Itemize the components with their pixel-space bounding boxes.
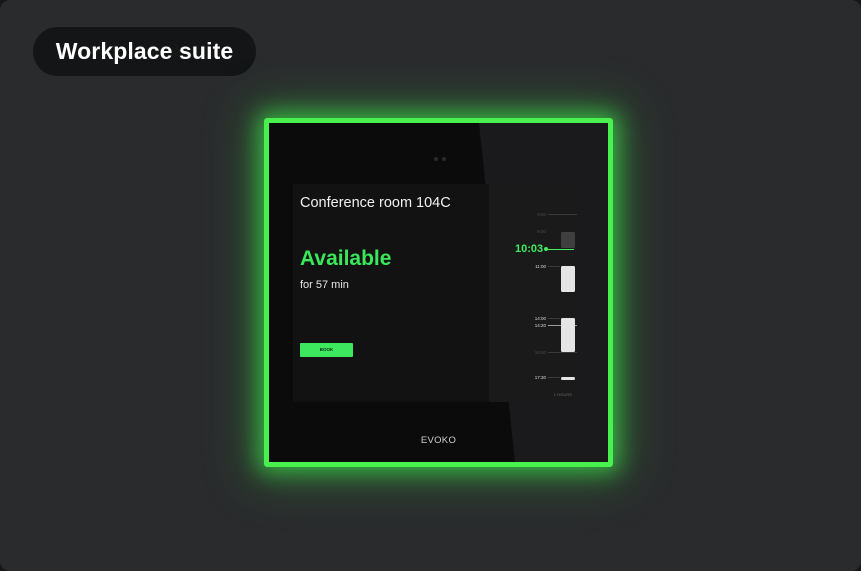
timeline-label: 17:30 — [534, 375, 546, 380]
room-booking-panel: Conference room 104C Available for 57 mi… — [264, 118, 613, 467]
timeline-label: 14:20 — [534, 323, 546, 328]
timeline-tick — [548, 352, 577, 353]
schedule-timeline[interactable]: 9:00 9:00 10:03 11:00 14:00 14:20 16:00 … — [489, 184, 584, 402]
room-status: Available — [300, 247, 392, 270]
booking-block[interactable] — [561, 318, 575, 352]
camera-sensor-left — [434, 157, 438, 161]
hours-range-label: 1 HOURS — [553, 393, 572, 397]
timeline-tick — [548, 377, 560, 378]
stage: Workplace suite Conference room 104C Ava… — [0, 0, 861, 571]
timeline-tick — [548, 214, 577, 215]
past-booking-block — [561, 232, 575, 248]
evoko-logo: EVOKO — [420, 435, 457, 446]
booking-block[interactable] — [561, 377, 575, 380]
current-time-line — [546, 249, 574, 250]
room-name: Conference room 104C — [300, 195, 451, 211]
booking-block[interactable] — [561, 266, 575, 292]
camera-sensor-right — [442, 157, 446, 161]
timeline-label: 14:00 — [534, 316, 546, 321]
availability-duration: for 57 min — [300, 279, 349, 291]
timeline-label: 9:00 — [537, 229, 546, 234]
book-button[interactable]: BOOK — [300, 343, 353, 357]
timeline-tick — [548, 266, 560, 267]
timeline-label: 11:00 — [535, 264, 546, 269]
timeline-tick — [548, 318, 560, 319]
timeline-label: 16:00 — [534, 350, 546, 355]
device-screen: Conference room 104C Available for 57 mi… — [293, 184, 584, 402]
current-time: 10:03 — [515, 243, 544, 255]
workplace-suite-badge[interactable]: Workplace suite — [33, 27, 256, 76]
timeline-label: 9:00 — [537, 212, 546, 217]
